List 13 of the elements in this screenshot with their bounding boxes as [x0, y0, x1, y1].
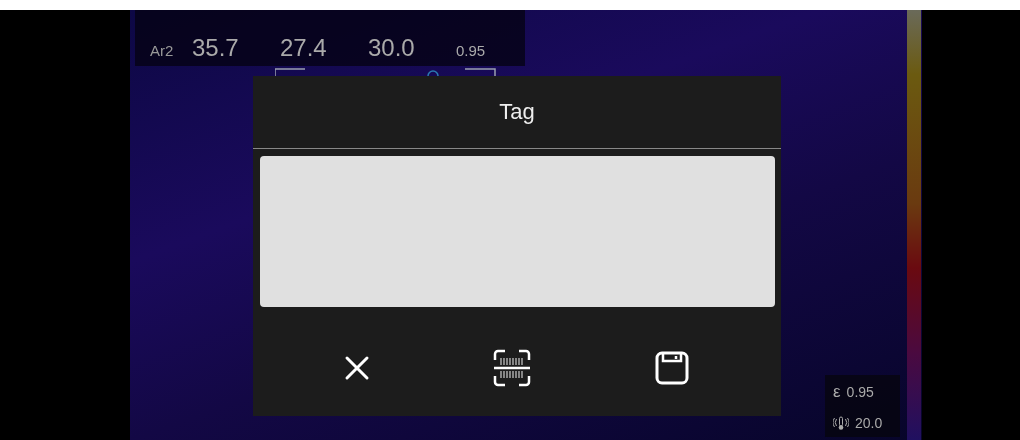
tag-input-field[interactable] [260, 156, 775, 307]
close-icon [344, 354, 370, 381]
dialog-title: Tag [253, 76, 781, 149]
min-temperature: 27.4 [280, 34, 328, 62]
max-temperature: 35.7 [192, 34, 240, 62]
emissivity-value: 0.95 [846, 383, 874, 400]
thermometer-icon [833, 414, 849, 431]
emissivity-symbol: ε [833, 381, 841, 402]
barcode-scan-icon [492, 347, 532, 388]
ambient-temperature: 20.0 [855, 414, 883, 431]
emissivity-value: 0.95 [456, 42, 486, 59]
area-label: Ar2 [150, 42, 175, 59]
average-temperature: 30.0 [368, 34, 416, 62]
